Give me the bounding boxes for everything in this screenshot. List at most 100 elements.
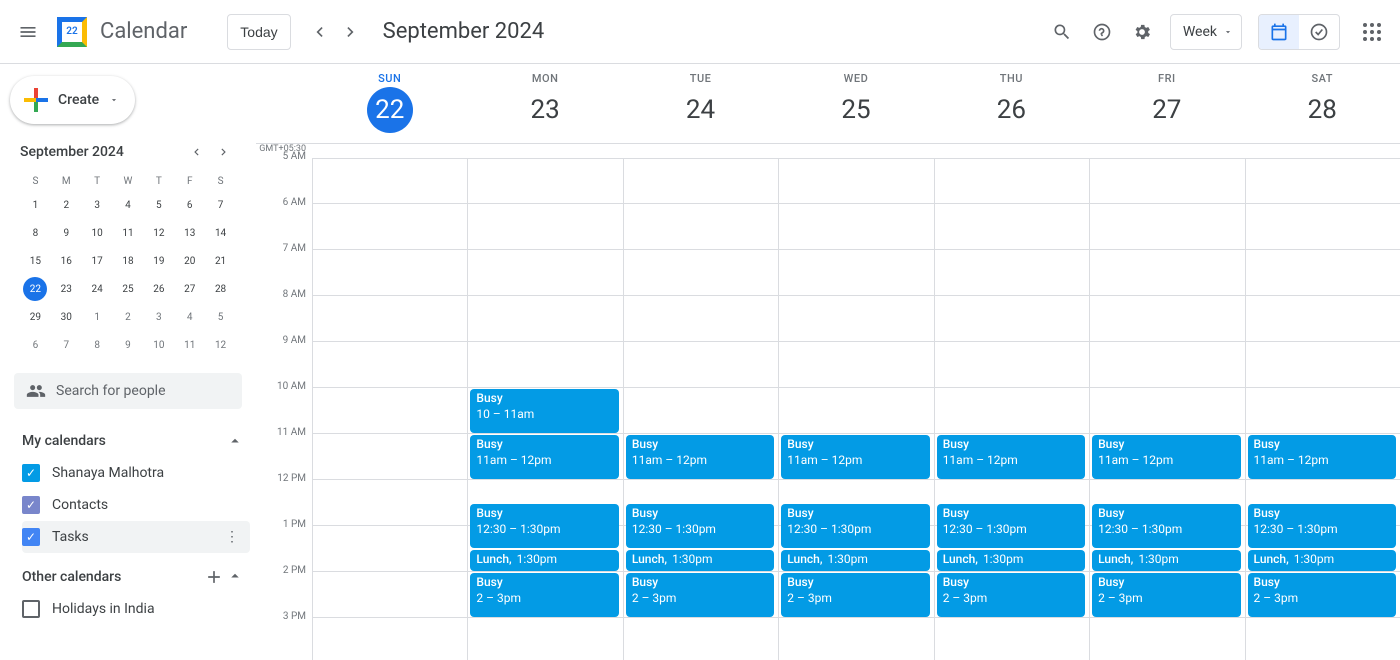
other-calendars-header[interactable]: Other calendars <box>22 561 250 593</box>
calendar-event[interactable]: Busy11am – 12pm <box>1248 435 1396 479</box>
date-number[interactable]: 28 <box>1299 87 1345 133</box>
mini-day[interactable]: 6 <box>20 331 51 359</box>
calendar-view-toggle[interactable] <box>1259 15 1299 49</box>
mini-day[interactable]: 14 <box>205 219 236 247</box>
calendar-checkbox[interactable]: ✓ <box>22 496 40 514</box>
mini-day[interactable]: 20 <box>174 247 205 275</box>
date-number[interactable]: 24 <box>678 87 724 133</box>
mini-day[interactable]: 5 <box>205 303 236 331</box>
calendar-event[interactable]: Busy11am – 12pm <box>937 435 1085 479</box>
tasks-view-toggle[interactable] <box>1299 15 1339 49</box>
search-button[interactable] <box>1042 12 1082 52</box>
mini-day[interactable]: 11 <box>174 331 205 359</box>
calendar-event[interactable]: Busy2 – 3pm <box>470 573 618 617</box>
create-button[interactable]: Create <box>10 76 135 124</box>
mini-day[interactable]: 3 <box>143 303 174 331</box>
day-header[interactable]: WED25 <box>778 64 933 143</box>
calendar-item[interactable]: ✓Tasks⋮ <box>22 521 250 553</box>
help-button[interactable] <box>1082 12 1122 52</box>
next-week-button[interactable] <box>335 16 367 48</box>
mini-day[interactable]: 10 <box>143 331 174 359</box>
mini-day[interactable]: 11 <box>113 219 144 247</box>
calendar-grid[interactable]: GMT+05:30 5 AM6 AM7 AM8 AM9 AM10 AM11 AM… <box>256 144 1400 660</box>
google-apps-button[interactable] <box>1352 12 1392 52</box>
mini-day[interactable]: 25 <box>113 275 144 303</box>
app-logo-group[interactable]: 22 Calendar <box>52 12 187 52</box>
calendar-item[interactable]: ✓Contacts <box>22 489 250 521</box>
calendar-event[interactable]: Lunch, 1:30pm <box>781 550 929 571</box>
calendar-event[interactable]: Busy11am – 12pm <box>626 435 774 479</box>
calendar-event[interactable]: Busy12:30 – 1:30pm <box>937 504 1085 548</box>
mini-day[interactable]: 12 <box>143 219 174 247</box>
mini-day[interactable]: 8 <box>82 331 113 359</box>
prev-week-button[interactable] <box>303 16 335 48</box>
mini-day[interactable]: 16 <box>51 247 82 275</box>
day-header[interactable]: MON23 <box>467 64 622 143</box>
calendar-checkbox[interactable] <box>22 600 40 618</box>
calendar-event[interactable]: Lunch, 1:30pm <box>1092 550 1240 571</box>
calendar-event[interactable]: Busy11am – 12pm <box>1092 435 1240 479</box>
mini-day[interactable]: 19 <box>143 247 174 275</box>
mini-day[interactable]: 28 <box>205 275 236 303</box>
calendar-event[interactable]: Busy10 – 11am <box>470 389 618 433</box>
calendar-checkbox[interactable]: ✓ <box>22 528 40 546</box>
calendar-item[interactable]: ✓Shanaya Malhotra <box>22 457 250 489</box>
day-header[interactable]: SUN22 <box>312 64 467 143</box>
mini-day[interactable]: 13 <box>174 219 205 247</box>
my-calendars-header[interactable]: My calendars <box>22 425 250 457</box>
calendar-event[interactable]: Busy2 – 3pm <box>781 573 929 617</box>
main-menu-button[interactable] <box>8 12 48 52</box>
calendar-event[interactable]: Busy2 – 3pm <box>1248 573 1396 617</box>
mini-day[interactable]: 27 <box>174 275 205 303</box>
mini-day[interactable]: 4 <box>174 303 205 331</box>
mini-day[interactable]: 9 <box>51 219 82 247</box>
calendar-event[interactable]: Busy12:30 – 1:30pm <box>470 504 618 548</box>
mini-day[interactable]: 1 <box>20 191 51 219</box>
day-column[interactable]: Busy11am – 12pmBusy12:30 – 1:30pmLunch, … <box>1245 158 1400 660</box>
mini-day[interactable]: 4 <box>113 191 144 219</box>
mini-next-month[interactable] <box>212 140 236 164</box>
mini-day[interactable]: 3 <box>82 191 113 219</box>
calendar-event[interactable]: Busy12:30 – 1:30pm <box>781 504 929 548</box>
calendar-checkbox[interactable]: ✓ <box>22 464 40 482</box>
date-number[interactable]: 23 <box>522 87 568 133</box>
day-column[interactable]: Busy11am – 12pm Busy12:30 – 1:30pmLunch, … <box>623 158 778 660</box>
mini-day[interactable]: 9 <box>113 331 144 359</box>
mini-prev-month[interactable] <box>184 140 208 164</box>
search-people-input[interactable]: Search for people <box>14 373 242 409</box>
calendar-event[interactable]: Busy2 – 3pm <box>937 573 1085 617</box>
day-column[interactable] <box>312 158 467 660</box>
day-header[interactable]: TUE24 <box>623 64 778 143</box>
day-column[interactable]: Busy11am – 12pmBusy12:30 – 1:30pmLunch, … <box>1089 158 1244 660</box>
calendar-event[interactable]: Busy12:30 – 1:30pm <box>626 504 774 548</box>
view-selector[interactable]: Week <box>1170 14 1242 50</box>
mini-day[interactable]: 12 <box>205 331 236 359</box>
date-number[interactable]: 27 <box>1144 87 1190 133</box>
mini-day[interactable]: 15 <box>20 247 51 275</box>
calendar-item[interactable]: Holidays in India <box>22 593 250 625</box>
date-number[interactable]: 25 <box>833 87 879 133</box>
calendar-event[interactable]: Lunch, 1:30pm <box>470 550 618 571</box>
mini-day[interactable]: 5 <box>143 191 174 219</box>
calendar-event[interactable]: Busy11am – 12pm <box>470 435 618 479</box>
mini-day[interactable]: 23 <box>51 275 82 303</box>
plus-icon[interactable] <box>204 567 224 587</box>
calendar-event[interactable]: Lunch, 1:30pm <box>937 550 1085 571</box>
mini-day[interactable]: 2 <box>51 191 82 219</box>
mini-day[interactable]: 6 <box>174 191 205 219</box>
mini-day[interactable]: 29 <box>20 303 51 331</box>
calendar-options-button[interactable]: ⋮ <box>220 529 244 545</box>
mini-day[interactable]: 24 <box>82 275 113 303</box>
today-button[interactable]: Today <box>227 14 290 50</box>
day-column[interactable]: Busy11am – 12pm Busy12:30 – 1:30pmLunch, … <box>934 158 1089 660</box>
day-column[interactable]: Busy10 – 11amBusy11am – 12pm Busy12:30 – … <box>467 158 622 660</box>
calendar-event[interactable]: Lunch, 1:30pm <box>626 550 774 571</box>
calendar-event[interactable]: Busy11am – 12pm <box>781 435 929 479</box>
settings-button[interactable] <box>1122 12 1162 52</box>
mini-day[interactable]: 22 <box>20 275 51 303</box>
day-header[interactable]: SAT28 <box>1245 64 1400 143</box>
mini-day[interactable]: 7 <box>51 331 82 359</box>
date-number[interactable]: 22 <box>367 87 413 133</box>
calendar-event[interactable]: Busy2 – 3pm <box>626 573 774 617</box>
day-header[interactable]: THU26 <box>934 64 1089 143</box>
